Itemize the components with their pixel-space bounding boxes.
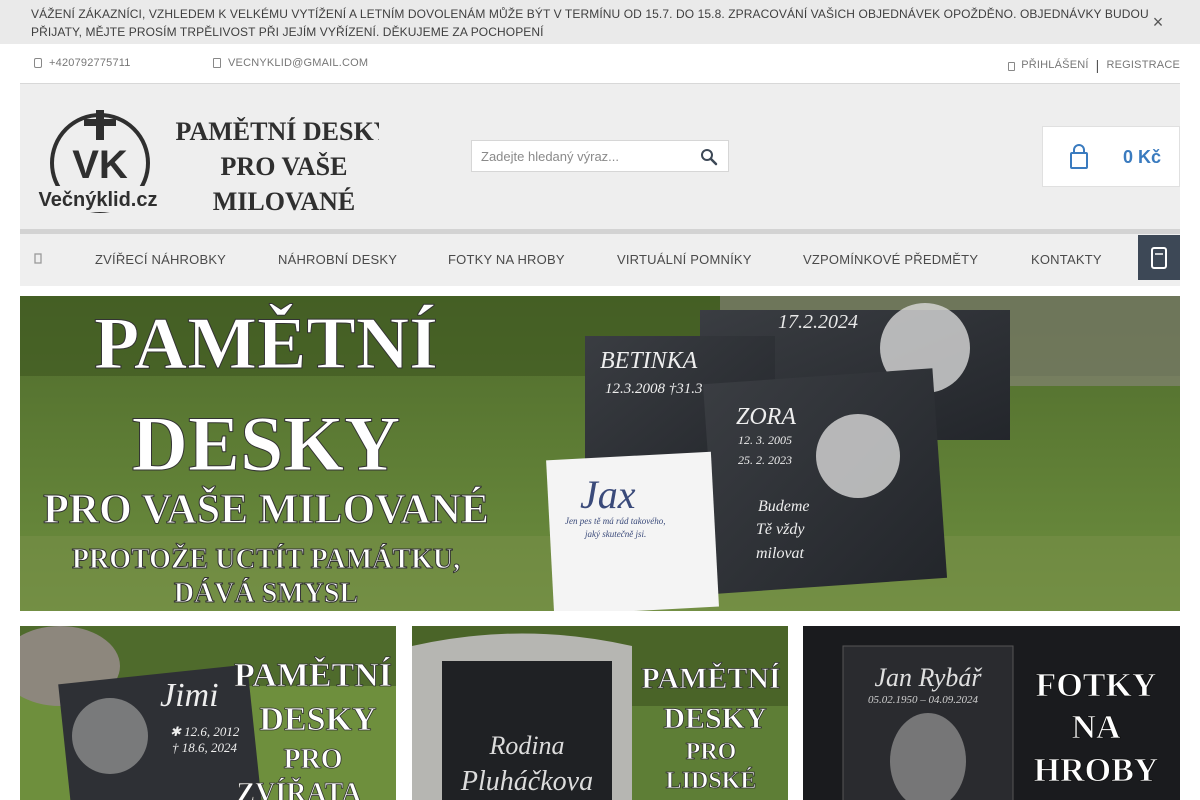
nav-item-memorial-plaques[interactable]: NÁHROBNÍ DESKY (278, 252, 397, 267)
tile-pets-heading-3: PRO (283, 744, 342, 775)
shopping-bag-icon (1070, 144, 1088, 169)
nav-item-pet-memorials[interactable]: ZVÍŘECÍ NÁHROBKY (95, 252, 226, 267)
tile-pets-plaque-date2: † 18.6, 2024 (172, 740, 238, 755)
promo-tile-pets[interactable]: Jimi ✱ 12.6, 2012 † 18.6, 2024 PAMĚTNÍ D… (20, 626, 396, 800)
account-links: PŘIHLÁŠENÍ | REGISTRACE (1008, 57, 1180, 73)
tile-pets-heading-1: PAMĚTNÍ (234, 656, 392, 694)
nav-item-keepsakes[interactable]: VZPOMÍNKOVÉ PŘEDMĚTY (803, 252, 978, 267)
tile-photos-heading-1: FOTKY (1036, 667, 1157, 704)
phone-icon (34, 58, 42, 68)
logo-brand: Večnýklid.cz (39, 189, 158, 211)
tile-pets-dog-portrait (72, 698, 148, 774)
hero-plaque-zora-name: ZORA (736, 404, 796, 430)
lock-icon (1008, 61, 1016, 71)
hero-heading-1: PAMĚTNÍ (94, 303, 438, 385)
hero-plaque-betinka-name: BETINKA (600, 348, 698, 374)
hero-plaque-zora-text2: Tě vždy (756, 521, 805, 538)
email-link[interactable]: VECNYKLID@GMAIL.COM (213, 57, 368, 69)
hero-dog-portrait (816, 414, 900, 498)
tile-humans-plaque-line1: Rodina (488, 731, 564, 760)
promo-tile-grave-photos[interactable]: Jan Rybář 05.02.1950 – 04.09.2024 FOTKY … (803, 626, 1180, 800)
hero-plaque-betinka-dates: 12.3.2008 †31.3 (605, 381, 703, 397)
cart-button[interactable]: 0 Kč (1042, 126, 1180, 187)
register-link[interactable]: REGISTRACE (1106, 59, 1180, 71)
search-input[interactable] (472, 141, 692, 171)
hero-heading-3: PRO VAŠE MILOVANÉ (43, 485, 489, 533)
home-icon[interactable] (32, 250, 44, 266)
email-address: VECNYKLID@GMAIL.COM (228, 57, 369, 69)
tile-humans-heading-1: PAMĚTNÍ (641, 662, 780, 695)
site-header: VK Večnýklid.cz PAMĚTNÍ DESKY PRO VAŠE M… (20, 84, 1180, 229)
hero-plaque-zora-text3: milovat (756, 545, 805, 562)
announcement-text: Vážení zákazníci, vzhledem k velkému vyt… (31, 7, 1149, 39)
tile-pets-plaque-date1: ✱ 12.6, 2012 (170, 724, 240, 739)
hero-heading-5: DÁVÁ SMYSL (174, 578, 358, 609)
hero-heading-4: PROTOŽE UCTÍT PAMÁTKU, (72, 544, 460, 575)
menu-toggle-button[interactable] (1138, 235, 1180, 280)
mail-icon (213, 58, 221, 68)
tile-pets-heading-2: DESKY (259, 701, 376, 738)
announcement-bar: Vážení zákazníci, vzhledem k velkému vyt… (0, 0, 1200, 44)
hero-plaque-jax-text2: jaký skutečně jsi. (584, 529, 646, 539)
hero-plaque-zora-text1: Budeme (758, 498, 810, 515)
phone-link[interactable]: +420792775711 (34, 57, 131, 69)
logo-tagline-2: PRO VAŠE (221, 152, 348, 181)
top-bar: +420792775711 VECNYKLID@GMAIL.COM PŘIHLÁ… (20, 44, 1180, 84)
tile-humans-heading-2: DESKY (663, 702, 767, 735)
hero-plaque-zora-date2: 25. 2. 2023 (738, 453, 792, 467)
tile-photos-plaque-name: Jan Rybář (874, 663, 982, 692)
hero-plaque-jax-text1: Jen pes tě má rád takového, (565, 516, 665, 526)
login-link[interactable]: PŘIHLÁŠENÍ (1021, 59, 1088, 71)
tile-pets-plaque-name: Jimi (160, 677, 219, 714)
logo-tagline-1: PAMĚTNÍ DESKY (176, 117, 379, 146)
close-icon[interactable]: × (1150, 12, 1166, 32)
phone-number: +420792775711 (49, 57, 131, 69)
nav-item-virtual-memorials[interactable]: VIRTUÁLNÍ POMNÍKY (617, 252, 752, 267)
tile-pets-heading-4: ZVÍŘATA (237, 778, 363, 800)
tile-photos-plaque-dates: 05.02.1950 – 04.09.2024 (868, 694, 979, 706)
main-nav: ZVÍŘECÍ NÁHROBKY NÁHROBNÍ DESKY FOTKY NA… (20, 234, 1180, 286)
tile-humans-plaque-line2: Pluháčkova (460, 766, 593, 797)
tile-photos-heading-3: HROBY (1034, 752, 1159, 789)
menu-icon (1151, 247, 1167, 269)
tile-humans-heading-3: PRO (686, 739, 737, 765)
logo-tagline-3: MILOVANÉ (213, 187, 356, 216)
search-icon[interactable] (700, 148, 718, 166)
search-box (471, 140, 729, 172)
hero-plaque-jax-name: Jax (580, 472, 636, 517)
tile-photos-heading-2: NA (1071, 709, 1121, 746)
logo-monogram: VK (72, 143, 128, 187)
site-logo[interactable]: VK Večnýklid.cz PAMĚTNÍ DESKY PRO VAŠE M… (34, 110, 379, 220)
hero-plaque-zora-date1: 12. 3. 2005 (738, 433, 792, 447)
hero-plaque-date: 17.2.2024 (778, 311, 858, 333)
separator: | (1095, 57, 1100, 73)
cart-total: 0 Kč (1122, 147, 1161, 167)
nav-item-grave-photos[interactable]: FOTKY NA HROBY (448, 252, 565, 267)
promo-tile-humans[interactable]: Rodina Pluháčkova PAMĚTNÍ DESKY PRO LIDS… (412, 626, 788, 800)
nav-item-contacts[interactable]: KONTAKTY (1031, 252, 1102, 267)
hero-heading-2: DESKY (132, 400, 401, 487)
tile-humans-heading-4: LIDSKÉ (666, 768, 757, 794)
hero-banner[interactable]: 17.2.2024 BETINKA 12.3.2008 †31.3 ZORA 1… (20, 296, 1180, 611)
